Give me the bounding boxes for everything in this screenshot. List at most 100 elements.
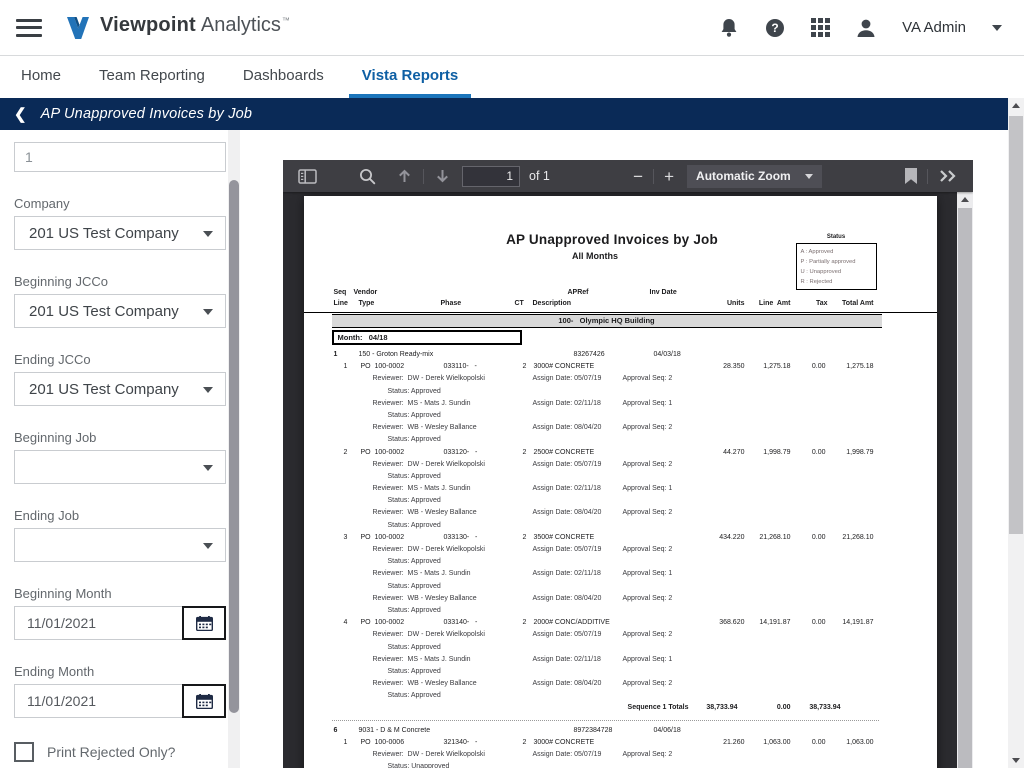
ending-month-calendar-button[interactable] [182, 684, 226, 718]
report-cell: 38,733.94 [706, 704, 738, 712]
sidebar-scrollbar-thumb[interactable] [229, 180, 239, 713]
report-cell: 2 [522, 738, 527, 746]
report-cell: Assign Date: 05/07/19 [532, 375, 602, 383]
report-cell: 83267426 [573, 351, 605, 358]
pdf-scrollbar-thumb[interactable] [958, 208, 972, 768]
col-apref: APRef [567, 289, 589, 296]
page-up-icon[interactable] [389, 160, 420, 192]
user-caret-down-icon[interactable] [992, 24, 1002, 31]
field-label: Ending Month [14, 664, 95, 679]
ending-jcco-select[interactable]: 201 US Test Company [14, 372, 226, 406]
search-icon[interactable] [352, 160, 383, 192]
report-cell: Approval Seq: 1 [622, 570, 673, 578]
report-cell: 033120- - [443, 448, 478, 456]
user-icon[interactable] [856, 18, 876, 38]
parameter-1-input[interactable] [14, 142, 226, 172]
top-header: Viewpoint Analytics ™ ? VA Admin [0, 0, 1024, 56]
field-beginning-jcco: Beginning JCCo 201 US Test Company [14, 274, 226, 328]
legend-item: U : Unapproved [800, 269, 842, 275]
page-number-input[interactable] [462, 165, 520, 187]
report-cell: Assign Date: 02/11/18 [532, 655, 601, 663]
report-cell: 3500# CONCRETE [533, 533, 595, 541]
col-inv-date: Inv Date [649, 289, 677, 296]
reviewer-row: Reviewer: DW - Derek Wielkopolski Assign … [304, 546, 937, 558]
beginning-month-calendar-button[interactable] [182, 606, 226, 640]
invoice-line-row: 4 PO 100-0002 033140- - 2 2000# CONC/ADDITIV… [304, 619, 937, 631]
report-cell: PO 100-0002 [360, 448, 405, 456]
report-cell: 2000# CONC/ADDITIVE [533, 619, 610, 627]
report-cell: 2 [522, 619, 527, 627]
reviewer-row: Reviewer: WB - Wesley Ballance Assign Dat… [304, 509, 937, 521]
report-cell: Reviewer: DW - Derek Wielkopolski [372, 631, 485, 639]
main-tab-bar: Home Team Reporting Dashboards Vista Rep… [0, 56, 1024, 98]
col-tax: Tax [815, 300, 828, 307]
bookmark-icon[interactable] [898, 160, 924, 192]
apps-grid-icon[interactable] [811, 18, 831, 37]
report-cell: 0.00 [776, 704, 791, 712]
field-ending-month: Ending Month [14, 664, 226, 718]
tab-team-reporting[interactable]: Team Reporting [86, 56, 218, 98]
bell-icon[interactable] [719, 17, 739, 39]
report-cell: Reviewer: DW - Derek Wielkopolski [372, 460, 485, 468]
scroll-up-arrow[interactable] [1008, 98, 1024, 113]
report-cell: Status: Approved [387, 436, 441, 444]
menu-icon[interactable] [16, 18, 42, 37]
pdf-canvas-area[interactable]: AP Unapproved Invoices by Job All Months… [283, 192, 957, 768]
reviewer-status-row: Status: Unapproved [304, 763, 937, 768]
report-cell: Status: Approved [387, 472, 441, 480]
report-cell: Reviewer: DW - Derek Wielkopolski [372, 751, 485, 758]
brand-name-bold: Viewpoint [100, 13, 196, 36]
report-cell: 1,275.18 [846, 363, 874, 371]
report-cell: 21,268.10 [842, 533, 874, 541]
sidebar-scrollbar[interactable] [228, 130, 240, 768]
report-cell: PO 100-0002 [360, 533, 405, 541]
tab-dashboards[interactable]: Dashboards [230, 56, 337, 98]
page-down-icon[interactable] [427, 160, 458, 192]
back-chevron-icon[interactable]: ❮ [14, 105, 27, 123]
zoom-out-icon[interactable]: − [626, 160, 650, 192]
report-cell: Approval Seq: 2 [622, 460, 673, 468]
reviewer-row: Reviewer: DW - Derek Wielkopolski Assign … [304, 751, 937, 763]
page-scrollbar-thumb[interactable] [1009, 116, 1023, 534]
tab-home[interactable]: Home [8, 56, 74, 98]
page-scrollbar[interactable] [1008, 98, 1024, 768]
calendar-icon [195, 615, 213, 631]
report-cell: 6 [333, 726, 338, 734]
pdf-scrollbar[interactable] [957, 192, 973, 768]
report-cell: Status: Approved [387, 692, 441, 700]
report-cell: Approval Seq: 2 [622, 594, 673, 602]
ending-job-select[interactable] [14, 528, 226, 562]
report-cell: Assign Date: 08/04/20 [532, 594, 602, 602]
table-header: Seq Vendor APRef Inv Date Line Type Phas… [303, 289, 937, 313]
scroll-up-arrow[interactable] [957, 192, 973, 207]
company-select[interactable]: 201 US Test Company [14, 216, 226, 250]
print-rejected-row: Print Rejected Only? [14, 742, 226, 762]
reviewer-row: Reviewer: MS - Mats J. Sundin Assign Date… [304, 485, 937, 497]
report-cell: 44.270 [723, 448, 745, 456]
brand-logo: Viewpoint Analytics ™ [64, 14, 290, 42]
zoom-in-icon[interactable]: + [657, 160, 681, 192]
beginning-job-select[interactable] [14, 450, 226, 484]
sidebar-toggle-icon[interactable] [291, 160, 324, 192]
print-rejected-checkbox[interactable] [14, 742, 34, 762]
report-cell: 2500# CONCRETE [533, 448, 595, 456]
report-cell: Assign Date: 08/04/20 [532, 424, 602, 432]
report-cell: Approval Seq: 2 [622, 375, 673, 383]
report-cell: 033110- - [443, 363, 477, 371]
user-name-label[interactable]: VA Admin [902, 19, 966, 36]
select-value: 201 US Test Company [29, 380, 179, 398]
report-cell: Assign Date: 05/07/19 [532, 631, 602, 639]
more-tools-chevrons-icon[interactable] [931, 160, 965, 192]
report-cell: 1 [343, 738, 348, 746]
help-icon[interactable]: ? [765, 18, 785, 38]
reviewer-status-row: Status: Approved [304, 558, 937, 570]
reviewer-status-row: Status: Approved [304, 668, 937, 680]
ending-month-input[interactable] [14, 684, 183, 718]
caret-down-icon [203, 543, 213, 549]
beginning-jcco-select[interactable]: 201 US Test Company [14, 294, 226, 328]
job-band: 100- Olympic HQ Building [331, 314, 882, 328]
beginning-month-input[interactable] [14, 606, 183, 640]
scroll-down-arrow[interactable] [1008, 753, 1024, 768]
zoom-select[interactable]: Automatic Zoom [687, 164, 822, 188]
tab-vista-reports[interactable]: Vista Reports [348, 56, 472, 98]
